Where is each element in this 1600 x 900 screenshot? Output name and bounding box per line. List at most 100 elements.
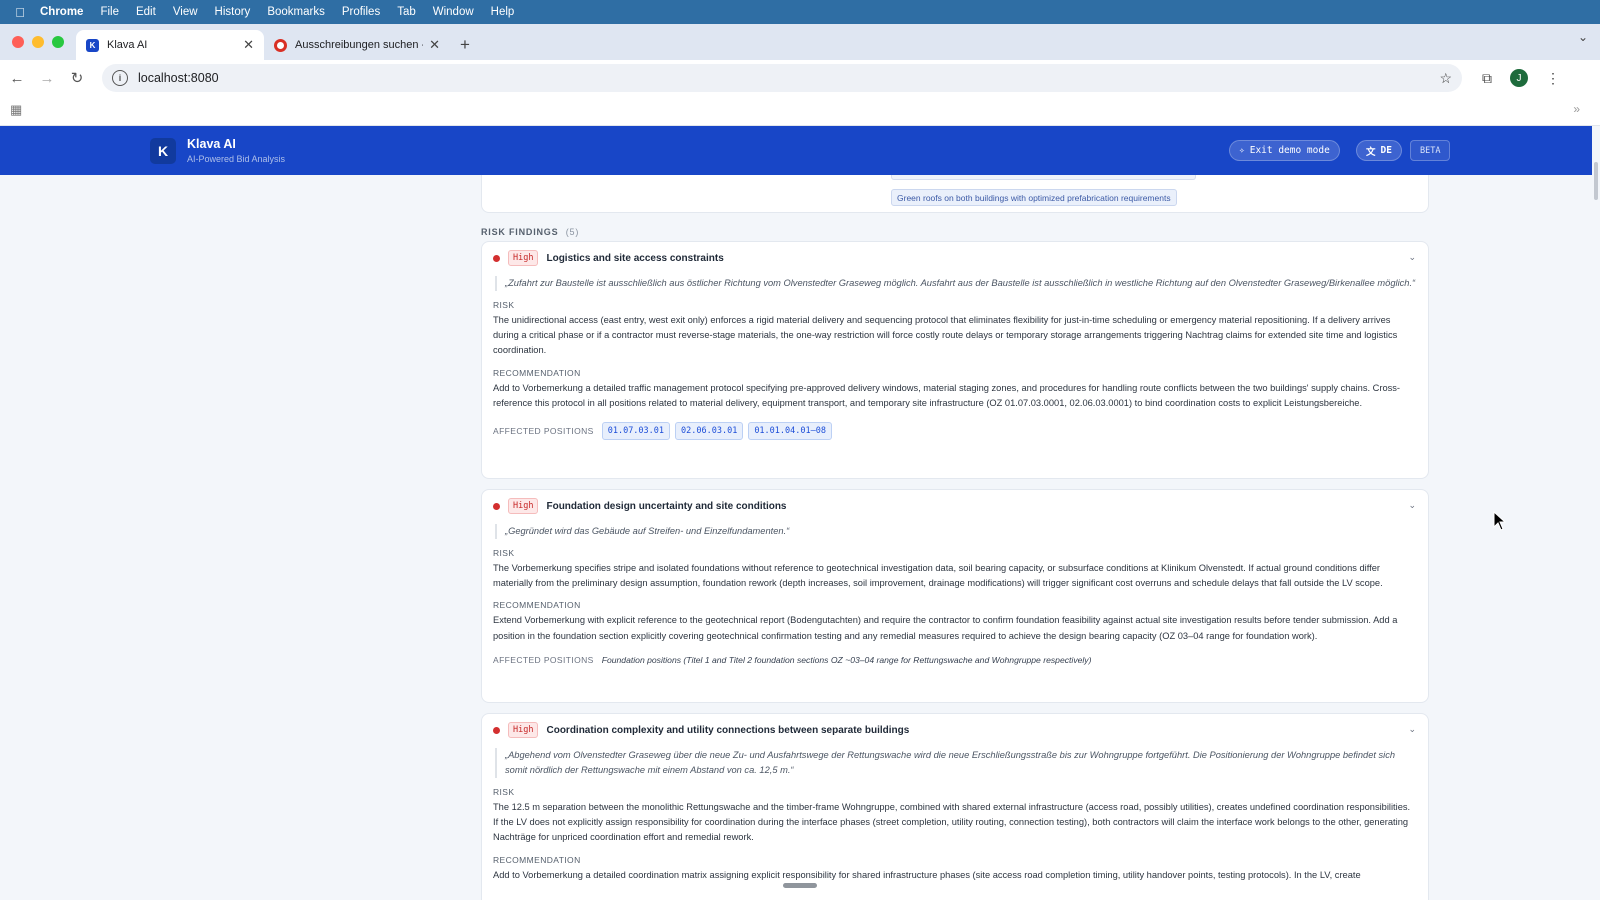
recommendation-text: Add to Vorbemerkung a detailed coordinat… <box>493 869 1361 880</box>
risk-finding-card[interactable]: High Foundation design uncertainty and s… <box>481 489 1429 703</box>
source-quote: „Zufahrt zur Baustelle ist ausschließlic… <box>495 276 1417 291</box>
menu-help[interactable]: Help <box>491 6 515 18</box>
finding-title: Foundation design uncertainty and site c… <box>546 500 787 512</box>
severity-badge: High <box>508 722 539 738</box>
risk-text: The unidirectional access (east entry, w… <box>493 315 1398 356</box>
macos-menu-bar:  Chrome File Edit View History Bookmark… <box>0 0 1600 24</box>
apps-grid-icon[interactable]: ▦ <box>10 102 22 118</box>
risk-text: The Vorbemerkung specifies stripe and is… <box>493 563 1383 589</box>
site-info-icon[interactable]: i <box>112 70 128 86</box>
strength-tag: Green roofs on both buildings with optim… <box>891 189 1177 206</box>
sparkle-icon: ✧ <box>1239 145 1245 156</box>
findings-count: (5) <box>565 227 580 237</box>
risk-findings-heading: RISK FINDINGS (5) <box>481 227 579 237</box>
chevron-down-icon[interactable]: ⌄ <box>1408 252 1416 263</box>
scrollbar-thumb[interactable] <box>1594 162 1598 200</box>
language-toggle-button[interactable]: 文 DE <box>1356 140 1402 161</box>
app-subtitle: AI-Powered Bid Analysis <box>187 154 286 164</box>
app-header: K Klava AI AI-Powered Bid Analysis ✧ Exi… <box>0 126 1592 175</box>
klava-favicon-icon: K <box>86 38 99 52</box>
affected-positions-label: AFFECTED POSITIONS <box>493 426 594 437</box>
translate-icon: 文 <box>1366 146 1376 158</box>
close-window-button[interactable] <box>12 36 24 48</box>
app-title: Klava AI <box>187 137 236 151</box>
tab-ausschreibungen[interactable]: Ausschreibungen suchen - e ✕ <box>264 30 450 60</box>
back-icon[interactable]: ← <box>4 70 30 87</box>
affected-positions-label: AFFECTED POSITIONS <box>493 654 594 665</box>
risk-label: RISK <box>493 548 515 558</box>
menu-view[interactable]: View <box>173 6 198 18</box>
position-chip[interactable]: 01.01.04.01–08 <box>748 422 832 441</box>
recommendation-text: Extend Vorbemerkung with explicit refere… <box>493 615 1398 641</box>
browser-toolbar: ← → ↻ i localhost:8080 ☆ ⧉ J ⋮ <box>0 60 1600 96</box>
bookmarks-overflow-icon[interactable]: » <box>1573 102 1580 116</box>
url-text[interactable]: localhost:8080 <box>138 71 219 85</box>
mouse-cursor-icon <box>1493 511 1507 531</box>
position-chip[interactable]: 02.06.03.01 <box>675 422 744 441</box>
chrome-menu-icon[interactable]: ⋮ <box>1546 70 1560 87</box>
risk-label: RISK <box>493 300 515 310</box>
window-controls <box>0 24 76 60</box>
menu-app-chrome[interactable]: Chrome <box>40 6 83 18</box>
severity-dot-icon <box>493 502 500 510</box>
menu-tab[interactable]: Tab <box>397 6 416 18</box>
profile-avatar[interactable]: J <box>1510 69 1528 87</box>
menu-edit[interactable]: Edit <box>136 6 156 18</box>
address-bar[interactable]: i localhost:8080 ☆ <box>102 64 1462 92</box>
risk-label: RISK <box>493 787 515 797</box>
tab-klava-ai[interactable]: K Klava AI ✕ <box>76 30 264 60</box>
recommendation-text: Add to Vorbemerkung a detailed traffic m… <box>493 382 1401 408</box>
forward-icon[interactable]: → <box>34 70 60 87</box>
position-chip[interactable]: 01.07.03.01 <box>601 422 671 441</box>
severity-dot-icon <box>493 726 500 734</box>
bookmark-star-icon[interactable]: ☆ <box>1439 70 1452 87</box>
new-tab-icon[interactable]: + <box>450 30 480 60</box>
severity-badge: High <box>508 498 539 514</box>
affected-positions: AFFECTED POSITIONS 01.07.03.01 02.06.03.… <box>493 422 1417 441</box>
exit-demo-button[interactable]: ✧ Exit demo mode <box>1229 140 1340 161</box>
recommendation-label: RECOMMENDATION <box>493 600 581 611</box>
minimize-window-button[interactable] <box>32 36 44 48</box>
tab-title: Ausschreibungen suchen - e <box>295 39 424 51</box>
recommendation-label: RECOMMENDATION <box>493 367 581 378</box>
browser-tab-strip: K Klava AI ✕ Ausschreibungen suchen - e … <box>0 24 1600 60</box>
severity-badge: High <box>508 250 539 266</box>
source-quote: „Gegründet wird das Gebäude auf Streifen… <box>495 524 1417 539</box>
close-tab-icon[interactable]: ✕ <box>243 37 254 53</box>
finding-title: Coordination complexity and utility conn… <box>546 724 910 736</box>
apple-icon[interactable]:  <box>0 5 40 20</box>
menu-history[interactable]: History <box>215 6 251 18</box>
site-favicon-icon <box>274 38 287 52</box>
chevron-down-icon[interactable]: ⌄ <box>1408 724 1416 735</box>
finding-header[interactable]: High Logistics and site access constrain… <box>493 242 1417 274</box>
maximize-window-button[interactable] <box>52 36 64 48</box>
finding-header[interactable]: High Foundation design uncertainty and s… <box>493 490 1417 522</box>
chevron-down-icon[interactable]: ⌄ <box>1408 500 1416 511</box>
tab-search-chevron-icon[interactable]: ⌄ <box>1578 30 1588 44</box>
language-label: DE <box>1380 145 1392 156</box>
source-quote: „Abgehend vom Olvenstedter Graseweg über… <box>495 748 1417 778</box>
page-viewport: K Klava AI AI-Powered Bid Analysis ✧ Exi… <box>0 126 1600 900</box>
finding-title: Logistics and site access constraints <box>546 252 724 264</box>
page-scrollbar[interactable] <box>1592 126 1600 900</box>
risk-text: The 12.5 m separation between the monoli… <box>493 802 1411 843</box>
exit-demo-label: Exit demo mode <box>1249 145 1330 156</box>
affected-positions: AFFECTED POSITIONS Foundation positions … <box>493 655 1417 665</box>
risk-finding-card[interactable]: High Coordination complexity and utility… <box>481 713 1429 900</box>
finding-header[interactable]: High Coordination complexity and utility… <box>493 714 1417 746</box>
menu-profiles[interactable]: Profiles <box>342 6 380 18</box>
bookmarks-bar: ▦ » <box>0 96 1600 126</box>
extensions-icon[interactable]: ⧉ <box>1482 70 1492 87</box>
risk-finding-card[interactable]: High Logistics and site access constrain… <box>481 241 1429 479</box>
recommendation-label: RECOMMENDATION <box>493 854 581 865</box>
horizontal-scroll-indicator[interactable] <box>783 883 817 888</box>
menu-window[interactable]: Window <box>433 6 474 18</box>
reload-icon[interactable]: ↻ <box>64 69 90 87</box>
severity-dot-icon <box>493 254 500 262</box>
section-title: RISK FINDINGS <box>481 227 559 237</box>
menu-bookmarks[interactable]: Bookmarks <box>267 6 325 18</box>
beta-badge: BETA <box>1410 140 1451 161</box>
close-tab-icon[interactable]: ✕ <box>429 37 440 53</box>
klava-logo[interactable]: K <box>150 138 176 164</box>
menu-file[interactable]: File <box>100 6 119 18</box>
